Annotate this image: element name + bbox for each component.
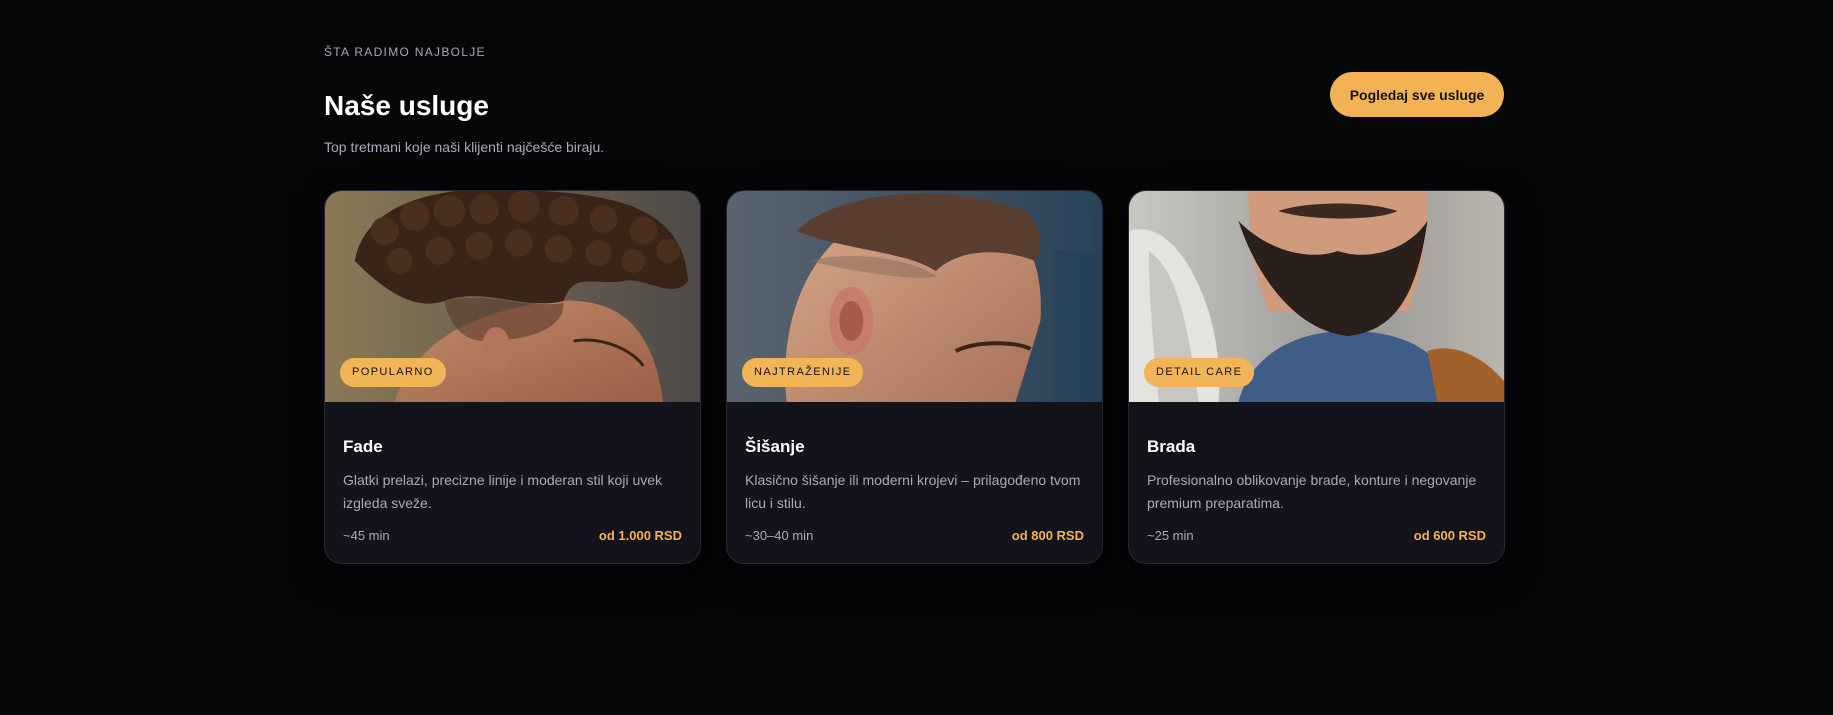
services-section: ŠTA RADIMO NAJBOLJE Naše usluge Top tret… — [324, 0, 1505, 715]
service-card-sisanje[interactable]: NAJTRAŽENIJE Šišanje Klasično šišanje il… — [726, 190, 1103, 564]
service-title: Brada — [1147, 437, 1196, 456]
service-title: Šišanje — [745, 437, 805, 456]
view-all-services-button[interactable]: Pogledaj sve usluge — [1330, 72, 1504, 117]
service-description: Profesionalno oblikovanje brade, konture… — [1147, 472, 1477, 511]
section-subtitle: Top tretmani koje naši klijenti najčešće… — [324, 139, 605, 155]
service-badge: POPULARNO — [340, 358, 446, 387]
service-price: od 1.000 RSD — [598, 528, 682, 543]
service-duration: ~45 min — [343, 528, 390, 543]
service-duration: ~30–40 min — [745, 528, 814, 543]
service-badge: NAJTRAŽENIJE — [742, 358, 864, 387]
section-title: Naše usluge — [324, 90, 489, 121]
service-duration: ~25 min — [1147, 528, 1194, 543]
service-price: od 600 RSD — [1413, 528, 1486, 543]
section-eyebrow: ŠTA RADIMO NAJBOLJE — [324, 45, 486, 59]
service-description: Glatki prelazi, precizne linije i modera… — [343, 472, 663, 511]
service-description: Klasično šišanje ili moderni krojevi – p… — [745, 472, 1081, 511]
service-title: Fade — [343, 437, 383, 456]
service-image-fade: POPULARNO — [325, 191, 700, 402]
service-card-fade[interactable]: POPULARNO Fade Glatki prelazi, precizne … — [324, 190, 701, 564]
service-price: od 800 RSD — [1011, 528, 1084, 543]
service-badge: DETAIL CARE — [1144, 358, 1255, 387]
services-cards: POPULARNO Fade Glatki prelazi, precizne … — [324, 190, 1505, 564]
service-image-brada: DETAIL CARE — [1129, 191, 1504, 402]
service-card-brada[interactable]: DETAIL CARE Brada Profesionalno oblikova… — [1128, 190, 1505, 564]
service-image-sisanje: NAJTRAŽENIJE — [727, 191, 1102, 402]
